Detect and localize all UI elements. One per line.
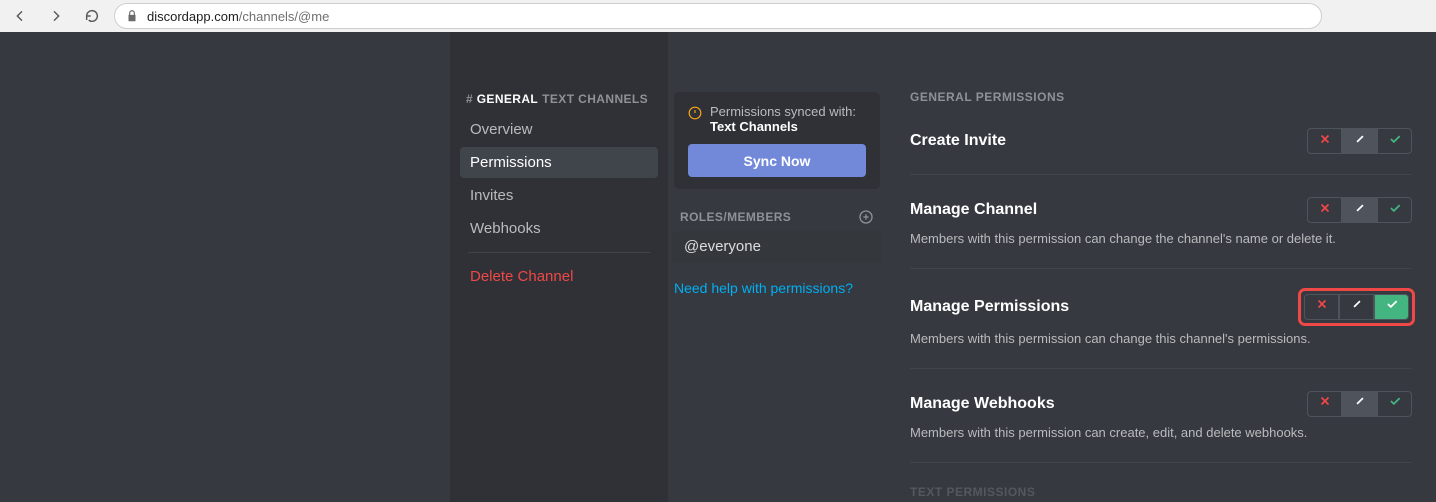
left-gutter [0, 32, 450, 502]
slash-icon [1353, 201, 1367, 220]
channel-header: # GENERAL TEXT CHANNELS [466, 92, 652, 106]
lock-icon [125, 9, 139, 23]
slash-icon [1353, 132, 1367, 151]
toggle-allow[interactable] [1377, 197, 1412, 223]
check-icon [1388, 201, 1402, 220]
permission-name: Manage Webhooks [910, 395, 1055, 413]
toggle-pass[interactable] [1339, 294, 1374, 320]
x-icon [1318, 132, 1332, 151]
sync-target: Text Channels [710, 119, 798, 134]
toggle-deny[interactable] [1304, 294, 1339, 320]
sidebar-item-invites[interactable]: Invites [460, 180, 658, 211]
check-icon [1388, 394, 1402, 413]
sidebar-item-permissions[interactable]: Permissions [460, 147, 658, 178]
toggle-allow[interactable] [1374, 294, 1409, 320]
permission-toggle [1307, 128, 1412, 154]
channel-category: TEXT CHANNELS [542, 92, 648, 106]
address-bar[interactable]: discordapp.com/channels/@me [114, 3, 1322, 29]
permission-name: Manage Channel [910, 201, 1037, 219]
toggle-pass[interactable] [1342, 128, 1377, 154]
app-root: # GENERAL TEXT CHANNELS Overview Permiss… [0, 32, 1436, 502]
add-role-icon[interactable] [858, 209, 874, 225]
toggle-pass[interactable] [1342, 197, 1377, 223]
permissions-panel: GENERAL PERMISSIONS Create Invite Manage … [886, 32, 1436, 502]
divider [468, 252, 650, 253]
hash-icon: # [466, 92, 473, 106]
sidebar-item-overview[interactable]: Overview [460, 114, 658, 145]
roles-header: ROLES/MEMBERS [668, 203, 886, 231]
toggle-allow[interactable] [1377, 128, 1412, 154]
permission-toggle [1307, 391, 1412, 417]
warning-icon [688, 106, 702, 120]
channel-name: GENERAL [477, 92, 538, 106]
check-icon [1385, 297, 1399, 316]
toggle-pass[interactable] [1342, 391, 1377, 417]
sync-text: Permissions synced with: [710, 104, 856, 119]
x-icon [1318, 394, 1332, 413]
permission-manage-permissions: Manage Permissions Members with this perm… [910, 291, 1412, 369]
section-header-2: TEXT PERMISSIONS [910, 485, 1412, 499]
permission-manage-channel: Manage Channel Members with this permissi… [910, 197, 1412, 269]
settings-sidebar: # GENERAL TEXT CHANNELS Overview Permiss… [450, 32, 668, 502]
role-everyone[interactable]: @everyone [672, 231, 882, 262]
permission-create-invite: Create Invite [910, 128, 1412, 175]
permission-name: Manage Permissions [910, 298, 1069, 316]
x-icon [1318, 201, 1332, 220]
sync-card: Permissions synced with: Text Channels S… [674, 92, 880, 189]
roles-header-label: ROLES/MEMBERS [680, 210, 791, 224]
permission-desc: Members with this permission can change … [910, 231, 1412, 248]
sidebar-item-webhooks[interactable]: Webhooks [460, 213, 658, 244]
help-link[interactable]: Need help with permissions? [674, 280, 880, 296]
slash-icon [1353, 394, 1367, 413]
permission-desc: Members with this permission can create,… [910, 425, 1412, 442]
forward-button[interactable] [42, 2, 70, 30]
url-text: discordapp.com/channels/@me [147, 9, 329, 24]
browser-toolbar: discordapp.com/channels/@me [0, 0, 1436, 32]
permission-desc: Members with this permission can change … [910, 331, 1412, 348]
toggle-deny[interactable] [1307, 197, 1342, 223]
permission-toggle [1301, 291, 1412, 323]
toggle-allow[interactable] [1377, 391, 1412, 417]
x-icon [1315, 297, 1329, 316]
back-button[interactable] [6, 2, 34, 30]
reload-button[interactable] [78, 2, 106, 30]
slash-icon [1350, 297, 1364, 316]
permission-manage-webhooks: Manage Webhooks Members with this permiss… [910, 391, 1412, 463]
toggle-deny[interactable] [1307, 391, 1342, 417]
delete-channel-button[interactable]: Delete Channel [460, 261, 658, 292]
section-header: GENERAL PERMISSIONS [910, 90, 1412, 104]
permission-toggle [1307, 197, 1412, 223]
check-icon [1388, 132, 1402, 151]
roles-column: Permissions synced with: Text Channels S… [668, 32, 886, 502]
sync-now-button[interactable]: Sync Now [688, 144, 866, 177]
permission-name: Create Invite [910, 132, 1006, 150]
toggle-deny[interactable] [1307, 128, 1342, 154]
